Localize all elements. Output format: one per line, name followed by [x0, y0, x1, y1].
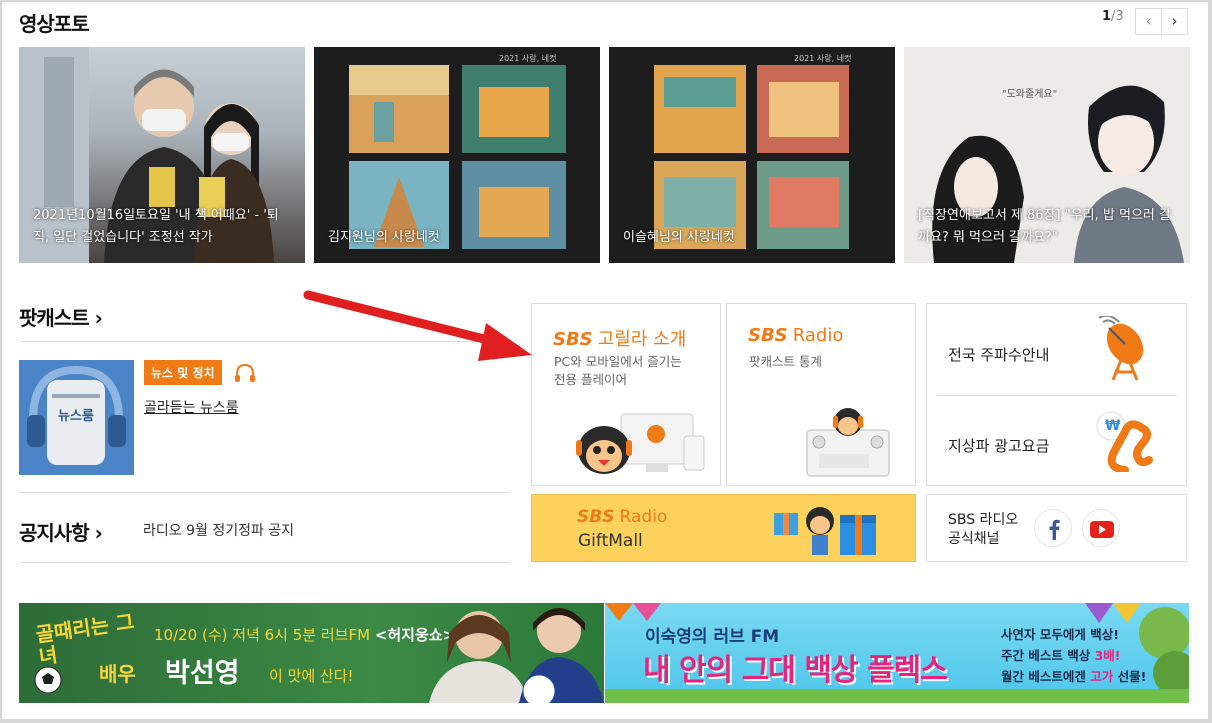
headphones-icon[interactable]	[233, 362, 257, 384]
giftmall-label: GiftMall	[578, 531, 643, 551]
facebook-icon[interactable]	[1034, 509, 1072, 547]
gift-box-illustration	[774, 507, 876, 555]
banner-guest-name: 박선영	[165, 658, 240, 689]
frequency-guide-link[interactable]: 전국 주파수안내	[948, 344, 1049, 365]
gorilla-intro-tile[interactable]: SBS 고릴라 소개 PC와 모바일에서 즐기는 전용 플레이어	[531, 303, 721, 486]
banner-hosts-photo	[429, 608, 604, 703]
podcast-thumbnail[interactable]: 뉴스룸	[19, 360, 134, 475]
podcast-title[interactable]: 팟캐스트 ›	[19, 302, 103, 331]
divider	[937, 395, 1177, 396]
banner-role: 배우	[99, 662, 136, 686]
prev-button[interactable]: ‹	[1135, 8, 1162, 35]
official-channel-tile: SBS 라디오 공식채널	[926, 494, 1187, 562]
info-links-tile: 전국 주파수안내 지상파 광고요금 ₩	[926, 303, 1187, 486]
radio-mixer-illustration	[806, 408, 890, 477]
speech-bubble-text: "도와줄게요"	[1002, 89, 1058, 100]
pager-status: 1/3	[1102, 9, 1124, 24]
banner-schedule: 10/20 (수) 저녁 6시 5분 러브FM <허지웅쇼>	[154, 626, 456, 644]
chevron-right-icon: ›	[94, 306, 103, 330]
soccer-ball-icon	[34, 666, 62, 694]
banner-show-name: 이숙영의 러브 FM	[645, 627, 780, 647]
phone-won-icon	[1096, 411, 1153, 472]
photo-caption: 김지원님의 사랑네컷	[328, 230, 440, 245]
satellite-dish-icon	[1098, 316, 1144, 381]
photo-caption: 2021년10월16일토요일 '내 책 어때요' - '퇴직, 일단 걸었습니다…	[33, 208, 279, 245]
photo-card[interactable]: "도와줄게요" [직장연애보고서 제 86장] "우리, 밥 먹으러 갈까요? …	[904, 47, 1190, 263]
photo-caption: 이슬혜님의 사랑네컷	[623, 230, 735, 245]
photo-caption: [직장연애보고서 제 86장] "우리, 밥 먹으러 갈까요? 뭐 먹으러 갈까…	[918, 208, 1171, 245]
podcast-item-link[interactable]: 골라듣는 뉴스룸	[144, 397, 239, 417]
red-arrow-annotation	[303, 290, 532, 361]
won-icon: ₩	[1105, 418, 1121, 434]
chevron-right-icon: ›	[94, 521, 103, 545]
divider	[19, 492, 510, 493]
banner-tagline: 이 맛에 산다!	[269, 667, 354, 685]
gorilla-player-illustration	[576, 413, 705, 474]
poster-text: 2021 사랑, 네컷	[794, 54, 852, 63]
photo-card[interactable]: 2021 사랑, 네컷 이슬혜님의 사랑네컷	[609, 47, 895, 263]
notice-link[interactable]: 라디오 9월 정기정파 공지	[143, 520, 294, 540]
thumbnail-title: 뉴스룸	[58, 409, 94, 424]
official-channel-label: SBS 라디오 공식채널	[948, 512, 1019, 547]
next-button[interactable]: ›	[1161, 8, 1188, 35]
giftmall-tile[interactable]: SBS Radio GiftMall	[531, 494, 916, 562]
category-badge: 뉴스 및 정치	[144, 360, 222, 385]
love-fm-promo-banner[interactable]: 이숙영의 러브 FM 내 안의 그대 백상 플렉스 사연자 모두에게 백상! 주…	[605, 603, 1189, 703]
tile-desc: PC와 모바일에서 즐기는	[554, 354, 682, 369]
photo-card[interactable]: 2021 사랑, 네컷 김지원님의 사랑네컷	[314, 47, 600, 263]
tile-desc: 전용 플레이어	[554, 372, 627, 387]
banner-prize-text: 사연자 모두에게 백상! 주간 베스트 백상 3배! 월간 베스트에겐 고가 선…	[1001, 627, 1147, 684]
tile-desc: 팟캐스트 통계	[749, 354, 822, 369]
notice-title[interactable]: 공지사항 ›	[19, 517, 103, 546]
poster-text: 2021 사랑, 네컷	[499, 54, 557, 63]
photo-section-title: 영상포토	[19, 12, 90, 36]
ad-rate-link[interactable]: 지상파 광고요금	[948, 435, 1049, 456]
podcast-stats-tile[interactable]: SBS Radio 팟캐스트 통계	[726, 303, 916, 486]
youtube-icon[interactable]	[1082, 509, 1120, 547]
photo-card[interactable]: 2021년10월16일토요일 '내 책 어때요' - '퇴직, 일단 걸었습니다…	[19, 47, 305, 263]
show-promo-banner[interactable]: 골때리는 그녀 10/20 (수) 저녁 6시 5분 러브FM <허지웅쇼> 배…	[19, 603, 604, 703]
divider	[19, 562, 510, 563]
banner-headline: 내 안의 그대 백상 플렉스	[643, 653, 948, 688]
